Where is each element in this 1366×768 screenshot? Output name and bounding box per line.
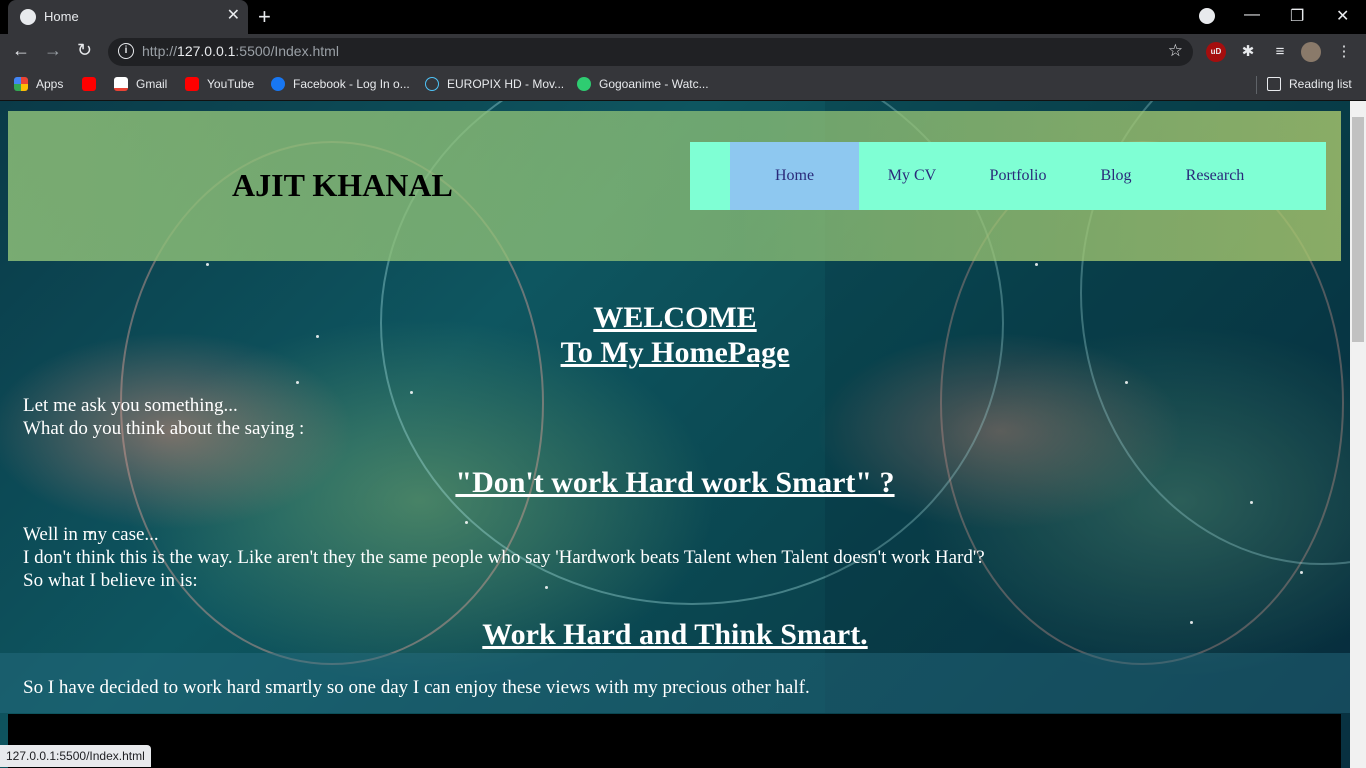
nav-my-cv[interactable]: My CV <box>870 142 954 210</box>
new-tab-button[interactable]: + <box>258 4 271 30</box>
bookmarks-bar: Apps Gmail YouTube Facebook - Log In o..… <box>0 70 1366 101</box>
star <box>410 391 413 394</box>
info-icon[interactable]: i <box>118 43 134 59</box>
gmail-icon <box>114 77 128 91</box>
nav-research[interactable]: Research <box>1174 142 1256 210</box>
facebook-icon <box>271 77 285 91</box>
status-url: 127.0.0.1:5500/Index.html <box>0 745 151 767</box>
site-logo[interactable]: AJIT KHANAL <box>232 167 453 204</box>
case-paragraph: Well in my case... I don't think this is… <box>23 524 985 591</box>
star <box>1250 501 1253 504</box>
back-icon[interactable]: ← <box>12 40 30 61</box>
menu-icon[interactable]: ⋮ <box>1334 42 1354 62</box>
bookmark-gmail[interactable]: Gmail <box>114 77 167 91</box>
apps-grid-icon <box>14 77 28 91</box>
page-scrollbar[interactable] <box>1350 101 1366 768</box>
tab-strip: Home ✕ + — ❐ ✕ <box>0 0 1366 34</box>
scrollbar-thumb[interactable] <box>1352 117 1364 342</box>
bookmark-apps[interactable]: Apps <box>14 77 63 91</box>
star <box>296 381 299 384</box>
star <box>206 263 209 266</box>
site-nav: Home My CV Portfolio Blog Research <box>690 142 1326 210</box>
bookmark-facebook[interactable]: Facebook - Log In o... <box>271 77 410 91</box>
tab-title: Home <box>44 9 79 24</box>
image-frame <box>8 714 1341 768</box>
avatar[interactable] <box>1301 42 1321 62</box>
tv-icon <box>577 77 591 91</box>
globe-icon <box>20 9 36 25</box>
minimize-icon[interactable]: — <box>1244 6 1260 24</box>
url-text[interactable]: http://127.0.0.1:5500/Index.html <box>142 43 339 59</box>
nav-home[interactable]: Home <box>730 142 859 210</box>
star <box>1035 263 1038 266</box>
bookmark-gogoanime[interactable]: Gogoanime - Watc... <box>577 77 709 91</box>
tab-search-icon[interactable] <box>1199 8 1215 24</box>
bookmark-youtube-icon-only[interactable] <box>82 77 104 91</box>
youtube-icon <box>82 77 96 91</box>
extensions-icon[interactable]: ✱ <box>1238 42 1258 62</box>
welcome-heading: WELCOME To My HomePage <box>560 301 790 369</box>
tab-home[interactable]: Home ✕ <box>8 0 248 34</box>
star <box>1300 571 1303 574</box>
forward-icon[interactable]: → <box>44 40 62 61</box>
bookmark-star-icon[interactable]: ☆ <box>1168 41 1183 61</box>
address-bar[interactable]: i http://127.0.0.1:5500/Index.html ☆ <box>108 38 1193 66</box>
reading-list-icon <box>1267 77 1281 91</box>
nav-portfolio[interactable]: Portfolio <box>978 142 1058 210</box>
nav-blog[interactable]: Blog <box>1086 142 1146 210</box>
close-tab-icon[interactable]: ✕ <box>227 7 240 25</box>
bookmarks-divider <box>1256 76 1257 94</box>
quote-heading: "Don't work Hard work Smart" ? <box>455 466 895 499</box>
reading-list-button[interactable]: Reading list <box>1267 77 1352 91</box>
browser-toolbar: ← → ↻ i http://127.0.0.1:5500/Index.html… <box>0 34 1366 70</box>
media-queue-icon[interactable]: ≡ <box>1270 42 1290 62</box>
play-circle-icon <box>425 77 439 91</box>
motto-heading: Work Hard and Think Smart. <box>482 618 868 651</box>
bookmark-europix[interactable]: EUROPIX HD - Mov... <box>425 77 564 91</box>
intro-paragraph: Let me ask you something... What do you … <box>23 395 305 439</box>
ublock-icon[interactable]: uD <box>1206 42 1226 62</box>
reload-icon[interactable]: ↻ <box>77 40 92 61</box>
window-close-icon[interactable]: ✕ <box>1336 6 1349 26</box>
restore-icon[interactable]: ❐ <box>1290 6 1304 26</box>
youtube-icon <box>185 77 199 91</box>
closing-paragraph: So I have decided to work hard smartly s… <box>23 677 810 698</box>
bookmark-youtube[interactable]: YouTube <box>185 77 254 91</box>
star <box>1125 381 1128 384</box>
page-viewport: AJIT KHANAL Home My CV Portfolio Blog Re… <box>0 101 1350 768</box>
